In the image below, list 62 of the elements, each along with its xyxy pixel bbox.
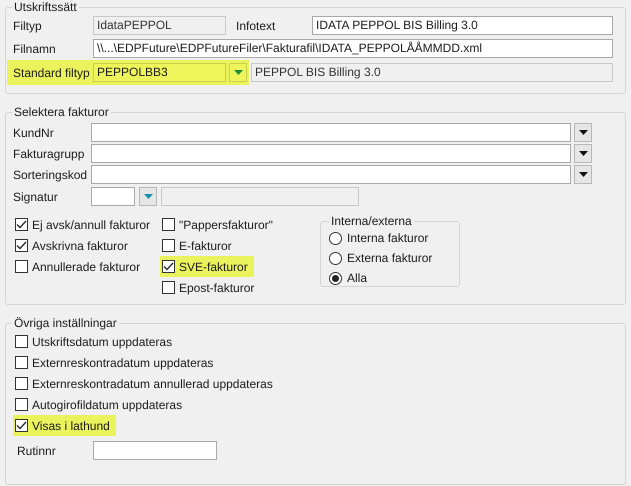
radio-label: Externa fakturor — [347, 250, 432, 267]
field-label: Signatur — [13, 188, 59, 206]
caret-icon — [578, 151, 588, 156]
input-field[interactable] — [161, 187, 359, 206]
radio-button[interactable] — [329, 272, 342, 284]
input-field[interactable] — [91, 123, 571, 142]
input-field[interactable]: IDATA PEPPOL BIS Billing 3.0 — [312, 16, 613, 35]
dropdown-button[interactable] — [574, 144, 592, 163]
checkbox[interactable] — [15, 335, 28, 348]
checkbox[interactable] — [15, 260, 28, 273]
checkbox[interactable] — [15, 398, 28, 411]
field-label: Sorteringskod — [13, 166, 88, 184]
field-label: Rutinnr — [17, 442, 57, 460]
checkbox-label: Autogirofildatum uppdateras — [32, 396, 182, 414]
checkbox[interactable] — [15, 377, 28, 390]
checkbox[interactable] — [15, 356, 28, 369]
input-field[interactable]: PEPPOLBB3 — [93, 63, 226, 82]
checkbox-label: Externreskontradatum annullerad uppdateras — [32, 376, 273, 392]
checkbox-label: Utskriftsdatum uppdateras — [32, 334, 172, 350]
dropdown-button[interactable] — [574, 165, 592, 184]
field-label: Filnamn — [13, 40, 57, 58]
checkbox[interactable] — [162, 218, 175, 231]
radio-button[interactable] — [329, 252, 342, 264]
input-field[interactable] — [91, 165, 571, 184]
input-field[interactable]: \\...\EDPFuture\EDPFutureFiler\Fakturafil\IDATA_PEPPOLÅÅMMDD.xml — [93, 39, 613, 58]
caret-icon — [578, 130, 588, 135]
input-field[interactable] — [91, 144, 571, 163]
caret-icon — [234, 70, 242, 75]
checkbox-label: Annullerade fakturor — [32, 258, 140, 276]
radio-button[interactable] — [329, 232, 342, 244]
checkbox-label: Avskrivna fakturor — [32, 238, 128, 254]
caret-icon — [144, 194, 152, 199]
dropdown-button[interactable] — [574, 123, 592, 142]
checkbox[interactable] — [162, 260, 175, 273]
checkbox-label: Externreskontradatum uppdateras — [32, 354, 214, 372]
field-label: Standard filtyp — [13, 64, 91, 82]
field-label: Filtyp — [13, 18, 43, 34]
checkbox-label: Epost-fakturor — [179, 280, 254, 296]
radio-label: Interna fakturor — [347, 230, 428, 247]
checkbox[interactable] — [15, 239, 28, 252]
group-title: Övriga inställningar — [13, 317, 118, 330]
checkbox[interactable] — [162, 239, 175, 252]
checkbox[interactable] — [15, 419, 28, 432]
caret-icon — [578, 172, 588, 177]
field-label: Fakturagrupp — [13, 146, 86, 162]
checkbox-label: Ej avsk/annull fakturor — [32, 216, 150, 234]
group-title: Interna/externa — [330, 215, 413, 228]
group-title: Selektera fakturor — [13, 106, 110, 119]
input-field[interactable] — [91, 187, 135, 206]
checkbox[interactable] — [15, 218, 28, 231]
field-label: Infotext — [235, 18, 276, 34]
input-field[interactable]: IdataPEPPOL — [93, 16, 226, 35]
radio-label: Alla — [347, 270, 368, 287]
checkbox-label: E-fakturor — [179, 238, 232, 254]
checkbox-label: SVE-fakturor — [179, 258, 248, 276]
checkbox-label: Visas i lathund — [32, 418, 110, 434]
checkbox-label: "Pappersfakturor" — [179, 216, 273, 234]
group-title: Utskriftssätt — [13, 1, 78, 14]
input-field[interactable]: PEPPOL BIS Billing 3.0 — [251, 63, 613, 82]
input-field[interactable] — [93, 441, 217, 460]
checkbox[interactable] — [162, 281, 175, 294]
field-label: KundNr — [13, 124, 55, 142]
